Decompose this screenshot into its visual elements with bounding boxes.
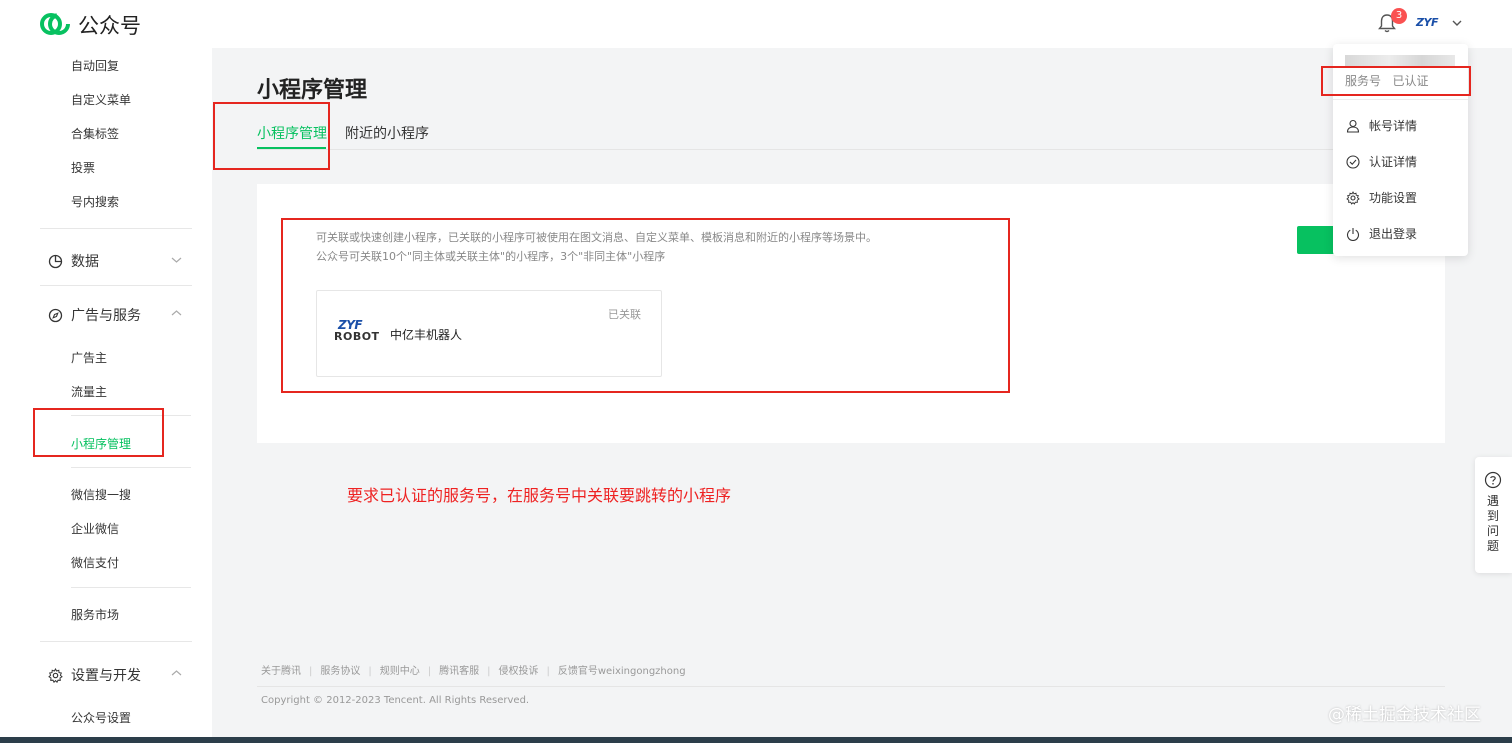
dropdown-divider <box>1333 99 1468 100</box>
sidebar-divider <box>71 467 191 468</box>
footer-link-support[interactable]: 腾讯客服 <box>439 666 479 677</box>
sidebar-divider <box>40 228 192 229</box>
avatar[interactable]: ZYF <box>1416 16 1444 30</box>
sidebar-item-vote[interactable]: 投票 <box>71 159 95 176</box>
annotation-box-verified <box>1321 66 1471 96</box>
watermark: @稀土掘金技术社区 <box>1328 705 1481 725</box>
footer-divider <box>257 686 1445 687</box>
sidebar-item-custom-menu[interactable]: 自定义菜单 <box>71 91 131 108</box>
menu-item-verification-details[interactable]: 认证详情 <box>1346 153 1417 170</box>
brand-title[interactable]: 公众号 <box>78 10 141 40</box>
footer-separator: | <box>427 666 432 677</box>
help-label: 遇到问题 <box>1487 494 1500 553</box>
menu-item-logout[interactable]: 退出登录 <box>1346 225 1417 242</box>
check-circle-icon <box>1346 154 1360 169</box>
sidebar-item-service-market[interactable]: 服务市场 <box>71 606 119 623</box>
compass-icon <box>48 308 63 322</box>
chevron-up-icon[interactable] <box>170 668 183 678</box>
footer-link-agreement[interactable]: 服务协议 <box>320 666 360 677</box>
menu-item-feature-settings[interactable]: 功能设置 <box>1346 189 1417 206</box>
footer-separator: | <box>546 666 550 677</box>
sidebar-group-data[interactable]: 数据 <box>48 251 99 271</box>
sidebar-divider <box>40 641 192 642</box>
pie-chart-icon <box>48 254 63 268</box>
sidebar-item-search[interactable]: 号内搜索 <box>71 193 119 210</box>
sidebar-divider <box>40 285 192 286</box>
footer-separator: | <box>368 666 372 677</box>
sidebar-group-label: 数据 <box>71 254 99 270</box>
chevron-up-icon[interactable] <box>170 308 183 318</box>
sidebar-item-wecom[interactable]: 企业微信 <box>71 520 119 537</box>
menu-item-label: 帐号详情 <box>1369 119 1418 133</box>
sidebar-item-advertiser[interactable]: 广告主 <box>71 349 107 366</box>
menu-item-account-details[interactable]: 帐号详情 <box>1346 117 1417 134</box>
gear-icon <box>48 667 63 683</box>
annotation-box-tab <box>213 102 330 170</box>
sidebar-divider <box>71 587 191 588</box>
footer-link-rules[interactable]: 规则中心 <box>380 666 420 677</box>
footer-separator: | <box>487 666 491 677</box>
sidebar-item-auto-reply[interactable]: 自动回复 <box>71 57 119 74</box>
blurred-account-name <box>1345 55 1455 66</box>
sidebar-group-label: 广告与服务 <box>71 308 141 324</box>
bottom-strip <box>0 737 1512 743</box>
sidebar-group-settings[interactable]: 设置与开发 <box>48 665 141 685</box>
sidebar-item-wechat-pay[interactable]: 微信支付 <box>71 554 119 571</box>
tab-bar: 小程序管理 附近的小程序 <box>257 120 1445 150</box>
footer-separator: | <box>309 666 313 677</box>
page-title: 小程序管理 <box>257 78 368 103</box>
tab-nearby-mini-programs[interactable]: 附近的小程序 <box>345 123 429 143</box>
notification-badge[interactable]: 3 <box>1391 8 1407 24</box>
annotation-note: 要求已认证的服务号，在服务号中关联要跳转的小程序 <box>347 486 732 505</box>
top-bar: 公众号 3 ZYF <box>0 0 1512 48</box>
power-icon <box>1346 227 1360 241</box>
copyright-text: Copyright © 2012-2023 Tencent. All Right… <box>261 695 530 706</box>
user-icon <box>1346 119 1360 133</box>
footer-link-infringement[interactable]: 侵权投诉 <box>499 666 539 677</box>
chevron-down-icon[interactable] <box>170 255 183 265</box>
annotation-box-linked-program <box>281 218 1010 393</box>
question-circle-icon <box>1484 471 1502 489</box>
wechat-mp-logo-icon[interactable] <box>40 9 70 39</box>
sidebar-item-wechat-search[interactable]: 微信搜一搜 <box>71 486 131 503</box>
footer-link-about[interactable]: 关于腾讯 <box>261 666 301 677</box>
menu-item-label: 认证详情 <box>1369 155 1418 169</box>
chevron-down-icon[interactable] <box>1451 18 1463 28</box>
gear-icon <box>1346 190 1360 205</box>
menu-item-label: 退出登录 <box>1369 227 1418 241</box>
sidebar-item-collection-tags[interactable]: 合集标签 <box>71 125 119 142</box>
sidebar-group-ads-services[interactable]: 广告与服务 <box>48 305 141 325</box>
footer-links: 关于腾讯 | 服务协议 | 规则中心 | 腾讯客服 | 侵权投诉 | 反馈官号weixingongz… <box>261 662 686 677</box>
annotation-box-sidebar-item <box>33 408 164 457</box>
footer-link-feedback[interactable]: 反馈官号weixingongzhong <box>558 666 686 677</box>
add-mini-program-button[interactable] <box>1297 226 1337 254</box>
sidebar-item-account-settings[interactable]: 公众号设置 <box>71 709 131 726</box>
sidebar-item-publisher[interactable]: 流量主 <box>71 383 107 400</box>
sidebar-group-label: 设置与开发 <box>71 668 141 684</box>
menu-item-label: 功能设置 <box>1369 191 1418 205</box>
